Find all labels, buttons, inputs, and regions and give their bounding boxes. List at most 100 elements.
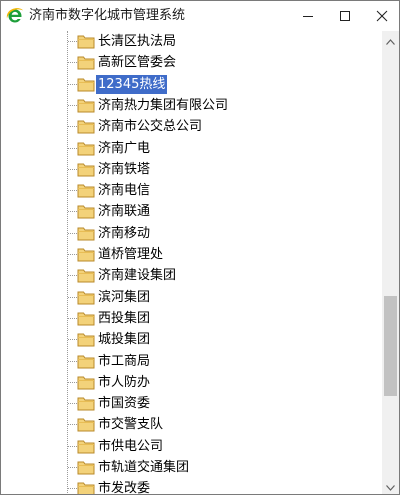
tree-item-label[interactable]: 滨河集团 bbox=[96, 288, 152, 307]
tree-item[interactable]: 市轨道交通集团 bbox=[1, 457, 382, 478]
tree-item-label[interactable]: 12345热线 bbox=[96, 74, 168, 94]
chevron-up-icon bbox=[386, 30, 395, 49]
tree-item[interactable]: 济南热力集团有限公司 bbox=[1, 95, 382, 116]
tree-item[interactable]: 市发改委 bbox=[1, 478, 382, 494]
tree-branch-line bbox=[68, 126, 77, 128]
tree-branch-line bbox=[68, 190, 77, 192]
tree-item[interactable]: 市国资委 bbox=[1, 393, 382, 414]
tree-branch-line bbox=[68, 317, 77, 319]
folder-icon bbox=[77, 290, 95, 305]
tree-item-label[interactable]: 济南联通 bbox=[96, 202, 152, 221]
minimize-icon bbox=[302, 7, 314, 26]
tree-item-label[interactable]: 城投集团 bbox=[96, 330, 152, 349]
tree-item-label[interactable]: 市国资委 bbox=[96, 394, 152, 413]
tree-item[interactable]: 西投集团 bbox=[1, 308, 382, 329]
folder-icon bbox=[77, 354, 95, 369]
tree-item[interactable]: 道桥管理处 bbox=[1, 244, 382, 265]
ie-logo-icon bbox=[6, 7, 24, 25]
tree-item[interactable]: 城投集团 bbox=[1, 329, 382, 350]
tree-item-label[interactable]: 高新区管委会 bbox=[96, 53, 178, 72]
title-bar[interactable]: 济南市数字化城市管理系统 bbox=[1, 1, 399, 31]
tree-item[interactable]: 高新区管委会 bbox=[1, 52, 382, 73]
tree-item[interactable]: 市交警支队 bbox=[1, 414, 382, 435]
tree-item-label[interactable]: 济南铁塔 bbox=[96, 160, 152, 179]
tree-item-label[interactable]: 济南电信 bbox=[96, 181, 152, 200]
tree-branch-line bbox=[68, 211, 77, 213]
folder-icon bbox=[77, 396, 95, 411]
chevron-down-icon bbox=[386, 476, 395, 494]
folder-icon bbox=[77, 55, 95, 70]
tree-item-label[interactable]: 道桥管理处 bbox=[96, 245, 165, 264]
tree-item-label[interactable]: 市轨道交通集团 bbox=[96, 458, 191, 477]
scroll-thumb[interactable] bbox=[384, 296, 397, 396]
folder-icon bbox=[77, 141, 95, 156]
folder-icon bbox=[77, 226, 95, 241]
tree-item-label[interactable]: 济南热力集团有限公司 bbox=[96, 96, 230, 115]
tree-branch-line bbox=[68, 381, 77, 383]
tree-item-label[interactable]: 市供电公司 bbox=[96, 437, 165, 456]
folder-icon bbox=[77, 247, 95, 262]
tree-item[interactable]: 市人防办 bbox=[1, 372, 382, 393]
tree-item-label[interactable]: 市人防办 bbox=[96, 373, 152, 392]
tree-branch-line bbox=[68, 424, 77, 426]
tree-view-area[interactable]: 长清区执法局 高新区管委会 12345热线济南热力集团有限公司 济南市公交总公司 济南广… bbox=[1, 31, 382, 494]
tree-item-label[interactable]: 市工商局 bbox=[96, 352, 152, 371]
tree-branch-line bbox=[68, 254, 77, 255]
tree-branch-line bbox=[68, 403, 77, 405]
folder-icon bbox=[77, 460, 95, 475]
tree-item-label[interactable]: 济南建设集团 bbox=[96, 266, 178, 285]
vertical-scrollbar[interactable] bbox=[382, 31, 399, 494]
tree-branch-line bbox=[68, 168, 77, 170]
scroll-down-button[interactable] bbox=[382, 477, 399, 494]
tree-branch-line bbox=[68, 296, 77, 298]
tree-item[interactable]: 长清区执法局 bbox=[1, 31, 382, 52]
tree-item[interactable]: 12345热线 bbox=[1, 74, 382, 95]
tree-branch-line bbox=[68, 62, 77, 64]
folder-icon bbox=[77, 77, 95, 92]
tree-item[interactable]: 市供电公司 bbox=[1, 436, 382, 457]
tree-item-label[interactable]: 济南移动 bbox=[96, 224, 152, 243]
folder-icon bbox=[77, 183, 95, 198]
tree-item-label[interactable]: 济南广电 bbox=[96, 139, 152, 158]
tree-branch-line bbox=[68, 41, 77, 42]
folder-icon bbox=[77, 311, 95, 326]
tree-item[interactable]: 济南电信 bbox=[1, 180, 382, 201]
tree-item[interactable]: 市工商局 bbox=[1, 351, 382, 372]
tree-item[interactable]: 济南市公交总公司 bbox=[1, 116, 382, 137]
tree-item-label[interactable]: 市发改委 bbox=[96, 479, 152, 494]
tree-branch-line bbox=[68, 339, 77, 341]
folder-icon bbox=[77, 268, 95, 283]
tree-item[interactable]: 济南广电 bbox=[1, 138, 382, 159]
tree-branch-line bbox=[68, 83, 77, 85]
folder-icon bbox=[77, 119, 95, 134]
tree-item-label[interactable]: 西投集团 bbox=[96, 309, 152, 328]
close-button[interactable] bbox=[365, 1, 399, 31]
folder-icon bbox=[77, 204, 95, 219]
folder-icon bbox=[77, 375, 95, 390]
tree-item-label[interactable]: 长清区执法局 bbox=[96, 32, 178, 51]
tree-branch-line bbox=[68, 147, 77, 149]
tree-branch-line bbox=[68, 360, 77, 362]
folder-icon bbox=[77, 162, 95, 177]
tree-item[interactable]: 济南建设集团 bbox=[1, 265, 382, 286]
tree-branch-line bbox=[68, 445, 77, 447]
maximize-button[interactable] bbox=[328, 1, 362, 31]
folder-icon bbox=[77, 34, 95, 49]
tree-item[interactable]: 济南铁塔 bbox=[1, 159, 382, 180]
minimize-button[interactable] bbox=[291, 1, 325, 31]
tree-item-label[interactable]: 济南市公交总公司 bbox=[96, 117, 204, 136]
folder-icon bbox=[77, 417, 95, 432]
folder-icon bbox=[77, 332, 95, 347]
tree-item[interactable]: 滨河集团 bbox=[1, 287, 382, 308]
app-window: 济南市数字化城市管理系统 长清区执法局 高新区管委会 12345热线济南热力集团有限… bbox=[0, 0, 400, 495]
tree-branch-line bbox=[68, 232, 77, 234]
folder-icon bbox=[77, 439, 95, 454]
tree-item-label[interactable]: 市交警支队 bbox=[96, 415, 165, 434]
tree-branch-line bbox=[68, 488, 77, 490]
folder-icon bbox=[77, 98, 95, 113]
tree-item[interactable]: 济南联通 bbox=[1, 201, 382, 222]
tree-item[interactable]: 济南移动 bbox=[1, 223, 382, 244]
window-title: 济南市数字化城市管理系统 bbox=[29, 8, 186, 23]
folder-icon bbox=[77, 481, 95, 494]
scroll-up-button[interactable] bbox=[382, 31, 399, 48]
